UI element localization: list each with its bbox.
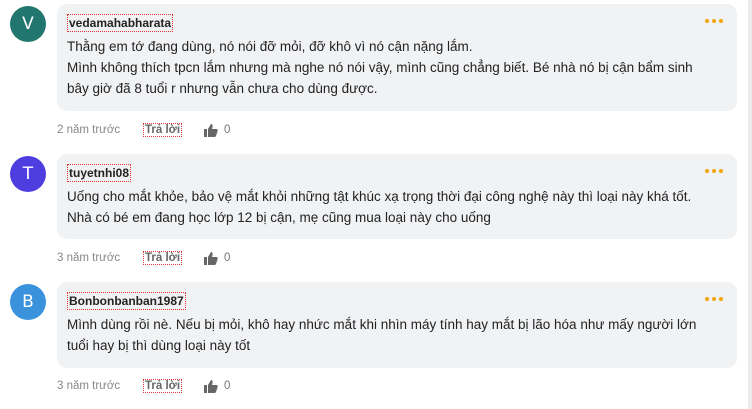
like-button[interactable]: 0 bbox=[204, 379, 231, 393]
reply-button[interactable]: Trả lời bbox=[143, 123, 183, 137]
like-button[interactable]: 0 bbox=[204, 123, 231, 137]
avatar[interactable]: V bbox=[10, 6, 46, 42]
comment-text-line: Thằng em tớ đang dùng, nó nói đỡ mỏi, đỡ… bbox=[67, 39, 473, 54]
comment-bubble: vedamahabharata Thằng em tớ đang dùng, n… bbox=[57, 4, 737, 111]
comment-meta: 3 năm trước Trả lời 0 bbox=[57, 249, 230, 267]
comment-bubble: Bonbonbanban1987 Mình dùng rồi nè. Nếu b… bbox=[57, 282, 737, 368]
thumbs-up-icon bbox=[204, 379, 218, 393]
like-button[interactable]: 0 bbox=[204, 251, 231, 265]
avatar[interactable]: B bbox=[10, 284, 46, 320]
comment-author[interactable]: Bonbonbanban1987 bbox=[67, 292, 186, 310]
reply-button[interactable]: Trả lời bbox=[143, 379, 183, 393]
thumbs-up-icon bbox=[204, 251, 218, 265]
three-dots-icon[interactable] bbox=[705, 18, 723, 24]
thumbs-up-icon bbox=[204, 123, 218, 137]
comment-text-line: Mình dùng rồi nè. Nếu bị mỏi, khô hay nh… bbox=[67, 317, 697, 332]
comment-author[interactable]: vedamahabharata bbox=[67, 14, 174, 32]
comment-author[interactable]: tuyetnhi08 bbox=[67, 164, 132, 182]
comment-meta: 3 năm trước Trả lời 0 bbox=[57, 377, 230, 395]
comment-meta: 2 năm trước Trả lời 0 bbox=[57, 121, 230, 139]
like-count: 0 bbox=[224, 124, 231, 136]
reply-button[interactable]: Trả lời bbox=[143, 251, 183, 265]
comment-bubble: tuyetnhi08 Uống cho mắt khỏe, bảo vệ mắt… bbox=[57, 154, 737, 239]
comment-text-line: Mình không thích tpcn lắm nhưng mà nghe … bbox=[67, 60, 693, 75]
comment-text-line: tuổi hay bị thì dùng loại này tốt bbox=[67, 338, 251, 353]
comment-time: 3 năm trước bbox=[57, 380, 121, 392]
like-count: 0 bbox=[224, 380, 231, 392]
avatar[interactable]: T bbox=[10, 156, 46, 192]
comment-text-line: Nhà có bé em đang học lớp 12 bị cận, mẹ … bbox=[67, 210, 491, 225]
three-dots-icon[interactable] bbox=[705, 168, 723, 174]
comment-time: 2 năm trước bbox=[57, 124, 121, 136]
comment-text-line: bây giờ đã 8 tuổi r nhưng vẫn chưa cho d… bbox=[67, 81, 378, 96]
comment-text-line: Uống cho mắt khỏe, bảo vệ mắt khỏi những… bbox=[67, 189, 692, 204]
like-count: 0 bbox=[224, 252, 231, 264]
comment-time: 3 năm trước bbox=[57, 252, 121, 264]
scrollbar[interactable] bbox=[748, 0, 752, 409]
three-dots-icon[interactable] bbox=[705, 296, 723, 302]
